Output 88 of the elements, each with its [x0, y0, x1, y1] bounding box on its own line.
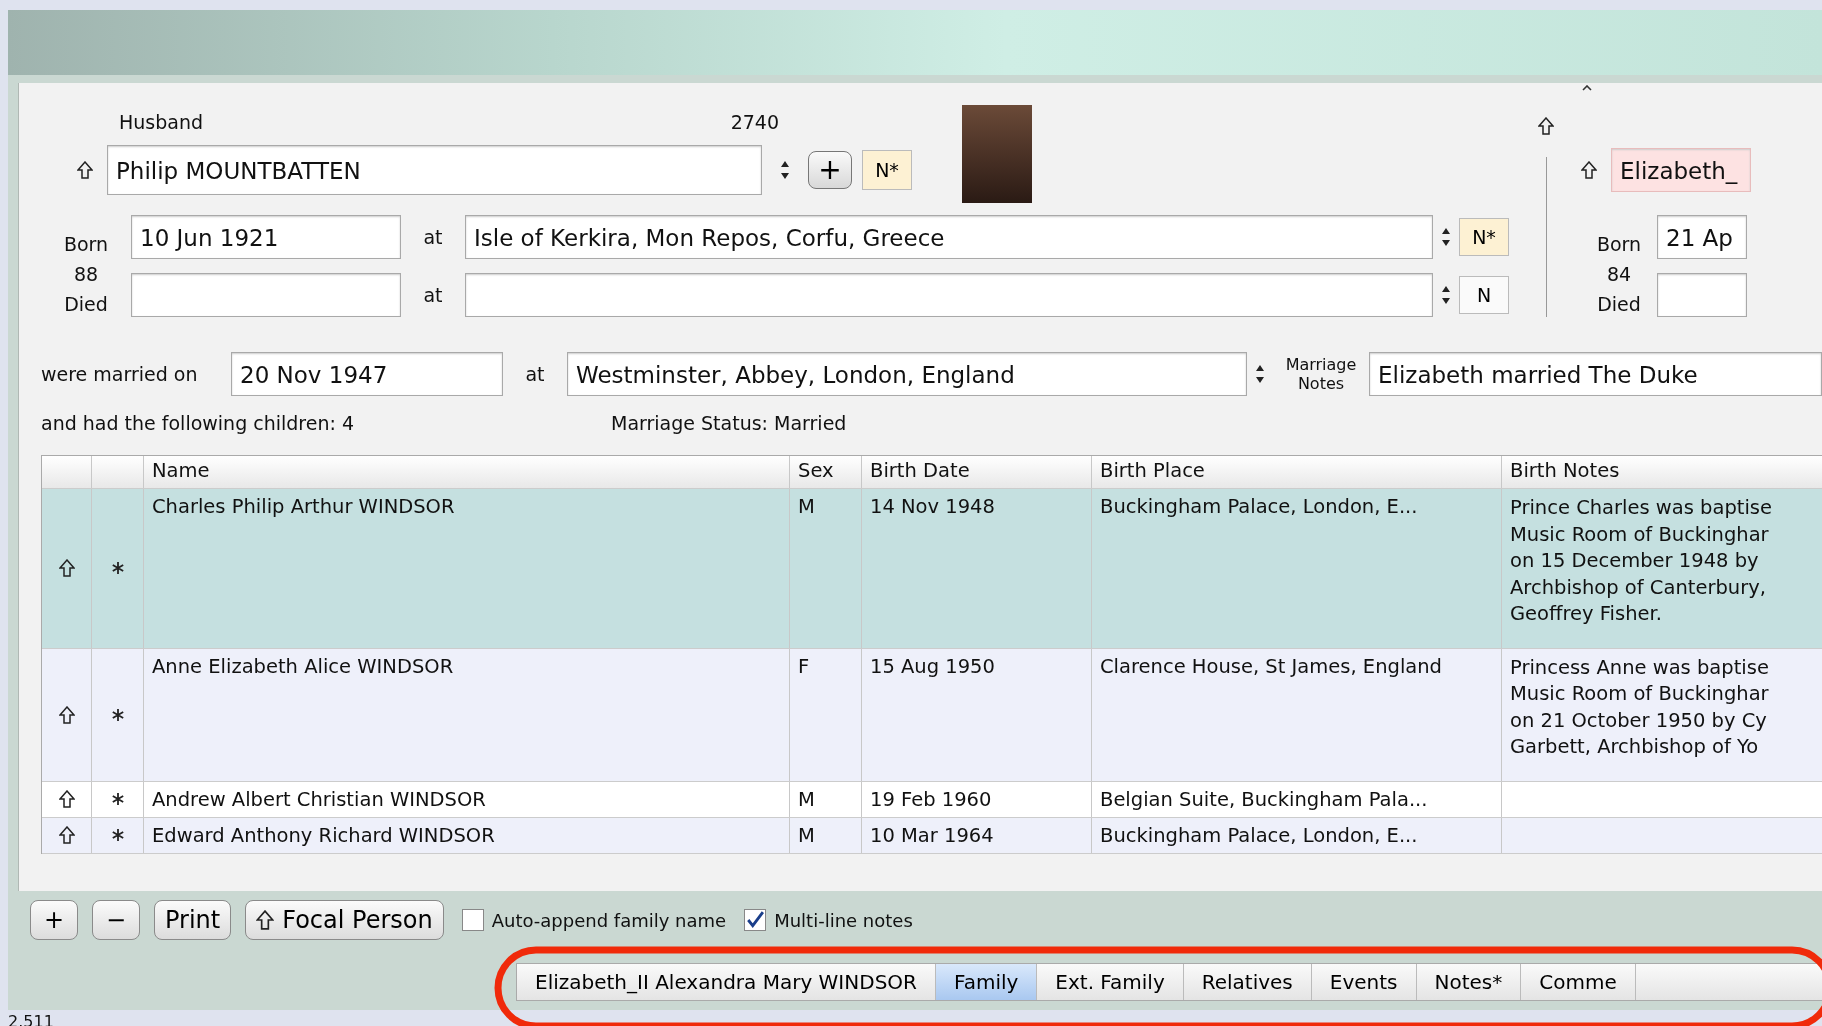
up-arrow-icon[interactable] [1538, 117, 1554, 135]
marriage-place-field[interactable]: Westminster, Abbey, London, England [567, 352, 1247, 396]
tab[interactable]: Elizabeth_II Alexandra Mary WINDSOR [517, 964, 936, 1000]
born-label: Born [1596, 232, 1642, 257]
stepper-icon[interactable] [1441, 284, 1451, 306]
born-place-field[interactable]: Isle of Kerkira, Mon Repos, Corfu, Greece [465, 215, 1433, 259]
checkmark-icon [746, 911, 765, 929]
died-date-field[interactable] [131, 273, 401, 317]
table-cell: 10 Mar 1964 [870, 823, 994, 847]
marriage-status-text: Marriage Status: Married [611, 412, 847, 434]
toolbar-button[interactable]: Focal Person [245, 900, 444, 940]
checkbox[interactable]: Auto-append family name [461, 909, 727, 931]
caret-icon[interactable] [1582, 85, 1592, 91]
marriage-notes-label: Marriage Notes [1284, 355, 1358, 393]
notes-button[interactable]: N [1459, 276, 1509, 314]
died-date-field[interactable] [1657, 273, 1747, 317]
age-label: 84 [1606, 262, 1632, 287]
table-cell: M [798, 495, 815, 518]
born-label: Born [63, 232, 109, 257]
toolbar-button[interactable]: Print [154, 900, 232, 940]
child-row[interactable]: Andrew Albert Christian WINDSOR M 19 Feb 1960 Belgian Suite, Buckingham Pala... [42, 781, 1822, 818]
toolbar-button[interactable]: − [92, 900, 140, 940]
column-header[interactable]: Name [144, 456, 790, 488]
add-person-button[interactable]: + [808, 151, 852, 189]
tab[interactable]: Comme [1521, 964, 1636, 1000]
table-cell: Charles Philip Arthur WINDSOR [152, 495, 455, 518]
marriage-date-field[interactable]: 20 Nov 1947 [231, 352, 503, 396]
tab[interactable]: Ext. Family [1037, 964, 1184, 1000]
table-cell: Anne Elizabeth Alice WINDSOR [152, 654, 454, 678]
table-cell: Edward Anthony Richard WINDSOR [152, 823, 495, 847]
stepper-icon[interactable] [780, 159, 790, 181]
column-header[interactable]: Birth Notes [1502, 456, 1822, 488]
up-arrow-icon[interactable] [58, 559, 75, 578]
table-cell: 15 Aug 1950 [870, 654, 995, 678]
tab[interactable]: Events [1311, 964, 1417, 1000]
checkbox[interactable]: Multi-line notes [744, 909, 913, 931]
table-cell: Andrew Albert Christian WINDSOR [152, 787, 486, 811]
age-label: 88 [73, 262, 99, 287]
up-arrow-icon [256, 910, 275, 930]
notes-button[interactable]: N* [1459, 218, 1509, 256]
asterisk-icon[interactable] [110, 707, 125, 722]
table-cell: F [798, 654, 810, 678]
died-place-field[interactable] [465, 273, 1433, 317]
table-cell-text: Princess Anne was baptise Music Room of Buckinghar on 21 October 1950 by Cy Garbett, Archbishop of Yo [1510, 654, 1770, 760]
tab[interactable]: Relatives [1183, 964, 1312, 1000]
stepper-icon[interactable] [1255, 363, 1265, 385]
notes-button[interactable]: N* [862, 150, 912, 190]
table-cell: 19 Feb 1960 [870, 787, 992, 811]
tab[interactable]: Family [935, 964, 1038, 1000]
at-label: at [422, 226, 444, 248]
at-label: at [422, 284, 444, 306]
table-cell: Belgian Suite, Buckingham Pala... [1100, 787, 1428, 811]
table-cell: Buckingham Palace, London, E... [1100, 495, 1418, 518]
died-label: Died [1597, 292, 1641, 317]
husband-label: Husband [119, 111, 204, 133]
at-label: at [524, 363, 546, 385]
up-arrow-icon[interactable] [1581, 161, 1597, 179]
married-on-label: were married on [41, 363, 199, 385]
column-header[interactable]: Sex [790, 456, 862, 488]
table-cell-text: Prince Charles was baptise Music Room of Buckinghar on 15 December 1948 by Archbishop of Canterbury, Geoffrey Fisher. [1510, 495, 1774, 627]
child-row[interactable]: Anne Elizabeth Alice WINDSOR F 15 Aug 1950 Clarence House, St James, England Princess Anne was baptise Music Room of Buckinghar on 21 October 1950 by Cy Garbett, Archbishop of Yo [42, 648, 1822, 782]
record-number: 2740 [730, 111, 779, 133]
up-arrow-icon[interactable] [77, 161, 93, 179]
table-cell: 14 Nov 1948 [870, 495, 995, 518]
stepper-icon[interactable] [1441, 226, 1451, 248]
child-row[interactable]: Charles Philip Arthur WINDSOR M 14 Nov 1948 Buckingham Palace, London, E... Prince Charles was baptise Music Room of Buckinghar on 15 December 1948 by Archbishop of Canterbury, Geoffrey Fisher. [42, 489, 1822, 649]
column-header[interactable]: Birth Date [862, 456, 1092, 488]
born-date-field[interactable]: 21 Ap [1657, 215, 1747, 259]
husband-name-field[interactable]: Philip MOUNTBATTEN [107, 145, 762, 195]
children-count-text: and had the following children: 4 [41, 412, 355, 434]
died-label: Died [64, 292, 108, 317]
column-header[interactable]: Birth Place [1092, 456, 1502, 488]
asterisk-icon[interactable] [110, 561, 125, 576]
asterisk-icon[interactable] [110, 792, 125, 806]
child-row[interactable]: Edward Anthony Richard WINDSOR M 10 Mar 1964 Buckingham Palace, London, E... [42, 817, 1822, 854]
tab[interactable]: Notes* [1416, 964, 1522, 1000]
up-arrow-icon[interactable] [58, 826, 75, 844]
marriage-notes-field[interactable]: Elizabeth married The Duke [1369, 352, 1822, 396]
up-arrow-icon[interactable] [58, 705, 75, 724]
table-cell: M [798, 823, 815, 847]
table-cell: M [798, 787, 815, 811]
wife-name-field[interactable]: Elizabeth_ [1611, 148, 1751, 192]
table-cell: Clarence House, St James, England [1100, 654, 1442, 678]
born-date-field[interactable]: 10 Jun 1921 [131, 215, 401, 259]
asterisk-icon[interactable] [110, 828, 125, 842]
toolbar-button[interactable]: + [30, 900, 78, 940]
up-arrow-icon[interactable] [58, 790, 75, 808]
table-cell: Buckingham Palace, London, E... [1100, 823, 1418, 847]
